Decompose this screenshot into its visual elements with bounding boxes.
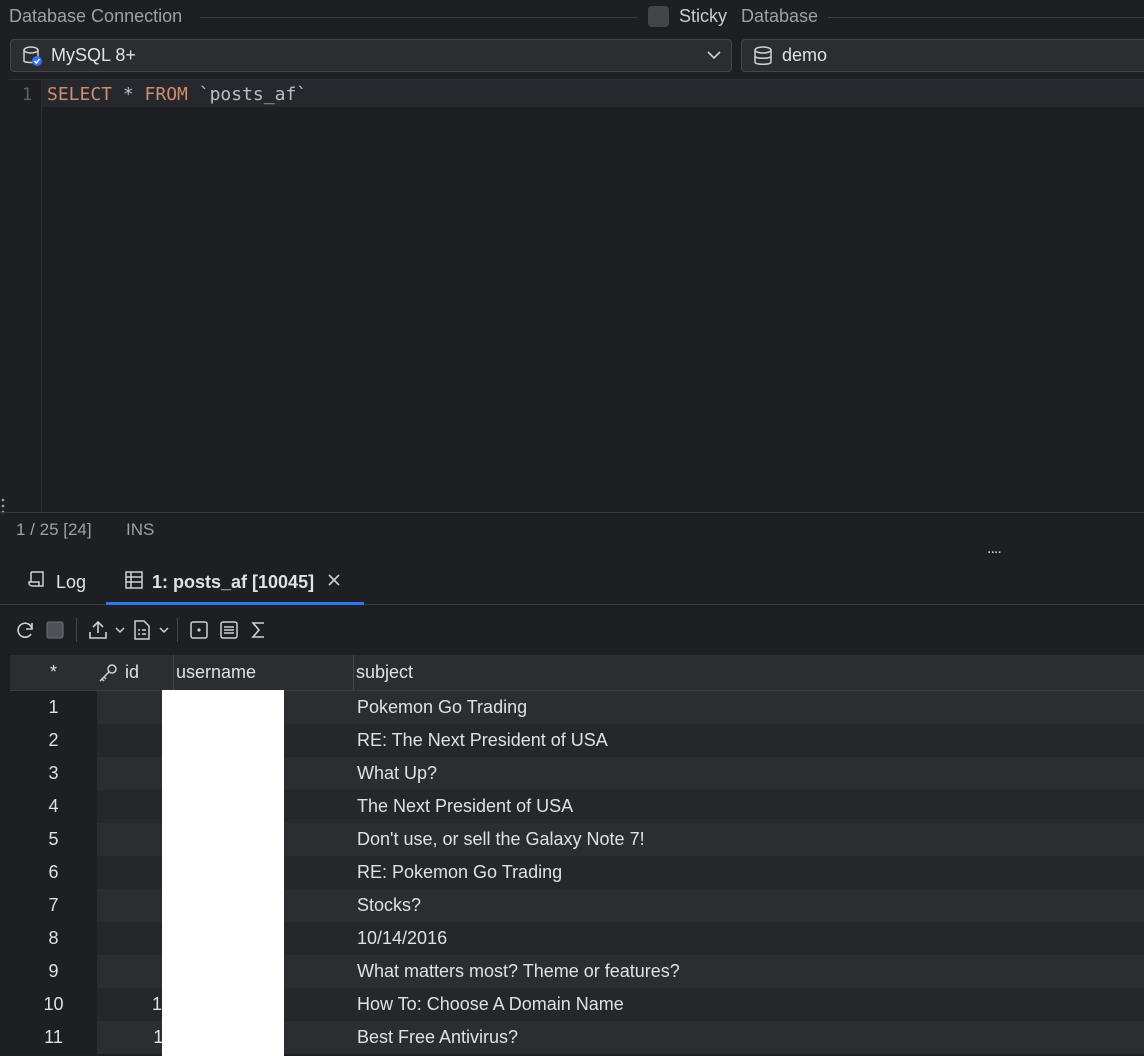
grid-header: * id username subject	[10, 655, 1144, 691]
export-icon[interactable]	[83, 615, 113, 645]
cell-subject[interactable]: What Up?	[353, 757, 1144, 790]
column-header-username[interactable]: username	[173, 655, 353, 690]
tab-result-label: 1: posts_af [10045]	[152, 571, 315, 592]
database-select[interactable]: demo	[741, 39, 1144, 72]
stop-icon[interactable]	[40, 615, 70, 645]
row-number[interactable]: 2	[10, 724, 97, 757]
table-icon	[124, 570, 144, 595]
sticky-label: Sticky	[679, 6, 728, 26]
header-divider	[200, 17, 638, 18]
tab-log-label: Log	[56, 571, 87, 592]
cell-subject[interactable]: How To: Choose A Domain Name	[353, 988, 1144, 1021]
row-number[interactable]: 8	[10, 922, 97, 955]
refresh-icon[interactable]	[10, 615, 40, 645]
sticky-checkbox[interactable]	[648, 6, 669, 27]
chevron-down-icon[interactable]	[157, 615, 171, 645]
cell-subject[interactable]: Best Free Antivirus?	[353, 1021, 1144, 1054]
cell-subject[interactable]: Don't use, or sell the Galaxy Note 7!	[353, 823, 1144, 856]
row-number[interactable]: 4	[10, 790, 97, 823]
row-number[interactable]: 10	[10, 988, 97, 1021]
row-number[interactable]: 1	[10, 691, 97, 724]
database-connection-label: Database Connection	[9, 6, 183, 26]
chevron-down-icon	[705, 46, 723, 69]
cell-subject[interactable]: RE: Pokemon Go Trading	[353, 856, 1144, 889]
column-header-subject[interactable]: subject	[353, 655, 1144, 690]
cell-subject[interactable]: 10/14/2016	[353, 922, 1144, 955]
cell-subject[interactable]: What matters most? Theme or features?	[353, 955, 1144, 988]
cell-subject[interactable]: Stocks?	[353, 889, 1144, 922]
line-number: 1	[22, 85, 33, 105]
database-value: demo	[782, 45, 828, 65]
close-icon[interactable]	[326, 572, 342, 593]
row-number[interactable]: 9	[10, 955, 97, 988]
active-tab-indicator	[106, 602, 364, 605]
tab-log[interactable]: Log	[26, 568, 86, 596]
row-number[interactable]: 3	[10, 757, 97, 790]
redacted-username-column	[162, 690, 284, 1056]
database-icon	[752, 45, 774, 72]
database-connection-icon	[21, 45, 43, 72]
toolbar-separator	[177, 618, 178, 642]
editor-gutter	[9, 79, 42, 512]
aggregate-sigma-icon[interactable]	[244, 615, 274, 645]
sql-table-name: `posts_af`	[187, 84, 308, 105]
cell-subject[interactable]: Pokemon Go Trading	[353, 691, 1144, 724]
column-header-label: id	[125, 662, 140, 682]
single-record-view-icon[interactable]	[184, 615, 214, 645]
connection-select[interactable]: MySQL 8+	[10, 39, 732, 72]
column-header-id[interactable]: id	[97, 655, 173, 690]
row-number[interactable]: 5	[10, 823, 97, 856]
toolbar-separator	[76, 618, 77, 642]
more-options-handle[interactable]: ....	[987, 540, 1002, 558]
row-number[interactable]: 11	[10, 1021, 97, 1054]
sql-editor[interactable]	[9, 79, 1144, 512]
cursor-position: 1 / 25 [24]	[16, 520, 92, 539]
cell-subject[interactable]: The Next President of USA	[353, 790, 1144, 823]
insert-mode: INS	[126, 520, 155, 539]
row-number[interactable]: 7	[10, 889, 97, 922]
row-number[interactable]: 6	[10, 856, 97, 889]
file-format-icon[interactable]	[127, 615, 157, 645]
header-divider	[828, 17, 1144, 18]
status-divider	[0, 512, 1144, 513]
sql-keyword: SELECT	[47, 84, 113, 105]
database-label: Database	[741, 6, 819, 26]
scroll-icon	[26, 569, 48, 596]
splitter-handle[interactable]	[0, 497, 6, 517]
tab-result[interactable]: 1: posts_af [10045]	[124, 568, 342, 596]
primary-key-icon	[97, 662, 119, 684]
text-view-icon[interactable]	[214, 615, 244, 645]
sql-operator: *	[112, 84, 145, 105]
connection-value: MySQL 8+	[51, 45, 136, 65]
result-toolbar	[10, 615, 274, 645]
select-all-header[interactable]: *	[10, 655, 97, 690]
sql-keyword: FROM	[144, 84, 188, 105]
chevron-down-icon[interactable]	[113, 615, 127, 645]
sql-text[interactable]: SELECT * FROM `posts_af`	[47, 84, 307, 105]
cell-subject[interactable]: RE: The Next President of USA	[353, 724, 1144, 757]
